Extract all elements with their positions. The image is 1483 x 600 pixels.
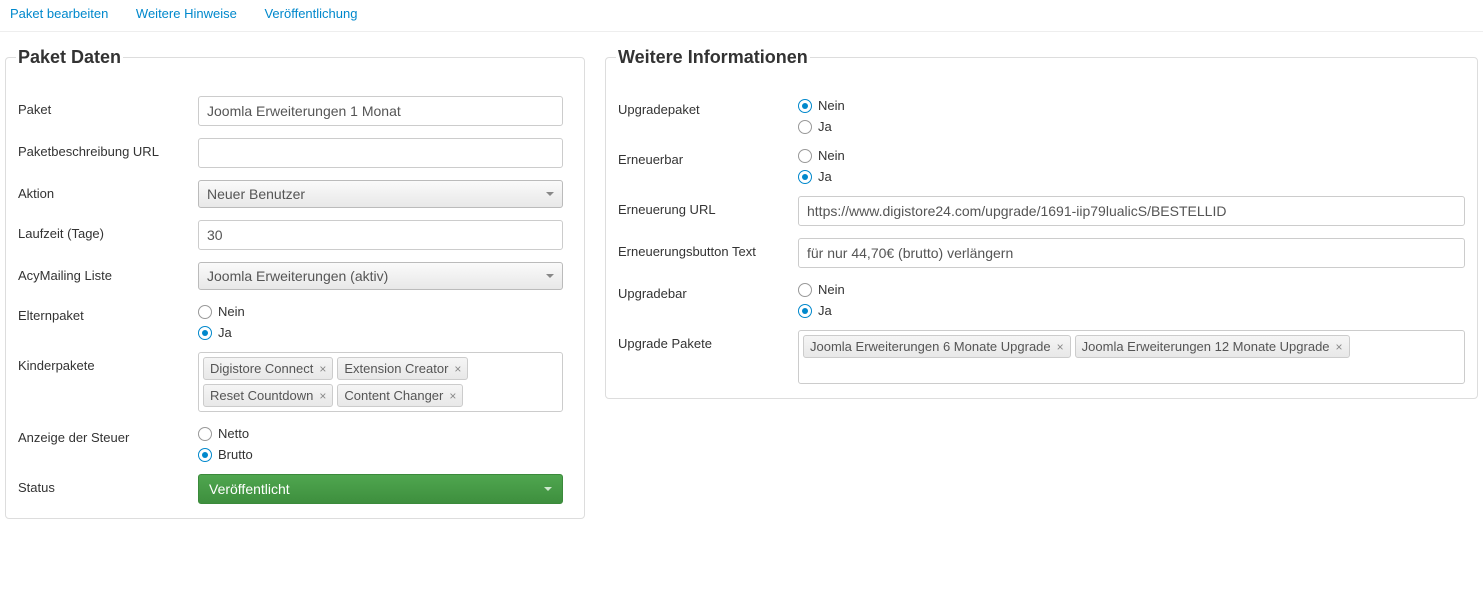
radio-label-nein: Nein — [818, 148, 845, 163]
radio-label-netto: Netto — [218, 426, 249, 441]
tag-content-changer: Content Changer × — [337, 384, 463, 407]
radio-icon — [798, 283, 812, 297]
tag-digistore-connect: Digistore Connect × — [203, 357, 333, 380]
tab-paket-bearbeiten[interactable]: Paket bearbeiten — [10, 6, 108, 21]
caret-down-icon — [544, 487, 552, 491]
tagbox-upgrade-pakete[interactable]: Joomla Erweiterungen 6 Monate Upgrade × … — [798, 330, 1465, 384]
radio-elternpaket-ja[interactable]: Ja — [198, 325, 572, 340]
input-laufzeit[interactable] — [198, 220, 563, 250]
radio-label-nein: Nein — [818, 282, 845, 297]
input-paket[interactable] — [198, 96, 563, 126]
radio-upgradebar-ja[interactable]: Ja — [798, 303, 1465, 318]
legend-weitere-informationen: Weitere Informationen — [616, 47, 810, 68]
radio-icon — [798, 99, 812, 113]
radio-erneuerbar-ja[interactable]: Ja — [798, 169, 1465, 184]
close-icon[interactable]: × — [1336, 340, 1343, 354]
label-anzeige-steuer: Anzeige der Steuer — [18, 424, 198, 445]
label-upgradebar: Upgradebar — [618, 280, 798, 301]
input-erneuerung-url[interactable] — [798, 196, 1465, 226]
tag-extension-creator: Extension Creator × — [337, 357, 468, 380]
label-erneuerung-url: Erneuerung URL — [618, 196, 798, 217]
tab-veroeffentlichung[interactable]: Veröffentlichung — [264, 6, 357, 21]
tagbox-kinderpakete[interactable]: Digistore Connect × Extension Creator × … — [198, 352, 563, 412]
radio-icon — [798, 149, 812, 163]
radio-label-ja: Ja — [218, 325, 232, 340]
radio-icon — [798, 304, 812, 318]
tab-weitere-hinweise[interactable]: Weitere Hinweise — [136, 6, 237, 21]
label-upgrade-pakete: Upgrade Pakete — [618, 330, 798, 351]
radio-label-nein: Nein — [218, 304, 245, 319]
label-elternpaket: Elternpaket — [18, 302, 198, 323]
select-status[interactable]: Veröffentlicht — [198, 474, 563, 504]
radio-icon — [198, 305, 212, 319]
radio-upgradepaket-ja[interactable]: Ja — [798, 119, 1465, 134]
radio-steuer-netto[interactable]: Netto — [198, 426, 572, 441]
radio-upgradebar-nein[interactable]: Nein — [798, 282, 1465, 297]
tag-reset-countdown: Reset Countdown × — [203, 384, 333, 407]
label-status: Status — [18, 474, 198, 495]
label-paketbeschreibung-url: Paketbeschreibung URL — [18, 138, 198, 159]
close-icon[interactable]: × — [449, 389, 456, 403]
label-paket: Paket — [18, 96, 198, 117]
radio-upgradepaket-nein[interactable]: Nein — [798, 98, 1465, 113]
select-status-value: Veröffentlicht — [209, 481, 290, 497]
legend-paket-daten: Paket Daten — [16, 47, 123, 68]
label-aktion: Aktion — [18, 180, 198, 201]
fieldset-weitere-informationen: Weitere Informationen Upgradepaket Nein … — [605, 47, 1478, 399]
radio-icon — [198, 427, 212, 441]
input-paketbeschreibung-url[interactable] — [198, 138, 563, 168]
radio-label-ja: Ja — [818, 303, 832, 318]
label-erneuerungsbutton-text: Erneuerungsbutton Text — [618, 238, 798, 259]
radio-erneuerbar-nein[interactable]: Nein — [798, 148, 1465, 163]
tabs-nav: Paket bearbeiten Weitere Hinweise Veröff… — [0, 0, 1483, 32]
close-icon[interactable]: × — [319, 389, 326, 403]
select-acymailing-liste[interactable]: Joomla Erweiterungen (aktiv) — [198, 262, 563, 290]
tag-upgrade-12-monate: Joomla Erweiterungen 12 Monate Upgrade × — [1075, 335, 1350, 358]
radio-icon — [798, 170, 812, 184]
radio-icon — [798, 120, 812, 134]
close-icon[interactable]: × — [319, 362, 326, 376]
select-aktion-value: Neuer Benutzer — [207, 186, 305, 202]
label-kinderpakete: Kinderpakete — [18, 352, 198, 373]
caret-down-icon — [546, 274, 554, 278]
caret-down-icon — [546, 192, 554, 196]
close-icon[interactable]: × — [1057, 340, 1064, 354]
radio-label-nein: Nein — [818, 98, 845, 113]
label-acymailing-liste: AcyMailing Liste — [18, 262, 198, 283]
radio-label-ja: Ja — [818, 119, 832, 134]
radio-label-ja: Ja — [818, 169, 832, 184]
label-upgradepaket: Upgradepaket — [618, 96, 798, 117]
label-erneuerbar: Erneuerbar — [618, 146, 798, 167]
select-aktion[interactable]: Neuer Benutzer — [198, 180, 563, 208]
close-icon[interactable]: × — [454, 362, 461, 376]
radio-elternpaket-nein[interactable]: Nein — [198, 304, 572, 319]
radio-icon — [198, 326, 212, 340]
tag-upgrade-6-monate: Joomla Erweiterungen 6 Monate Upgrade × — [803, 335, 1071, 358]
input-erneuerungsbutton-text[interactable] — [798, 238, 1465, 268]
radio-steuer-brutto[interactable]: Brutto — [198, 447, 572, 462]
label-laufzeit: Laufzeit (Tage) — [18, 220, 198, 241]
radio-label-brutto: Brutto — [218, 447, 253, 462]
fieldset-paket-daten: Paket Daten Paket Paketbeschreibung URL … — [5, 47, 585, 519]
radio-icon — [198, 448, 212, 462]
select-acymailing-value: Joomla Erweiterungen (aktiv) — [207, 268, 388, 284]
